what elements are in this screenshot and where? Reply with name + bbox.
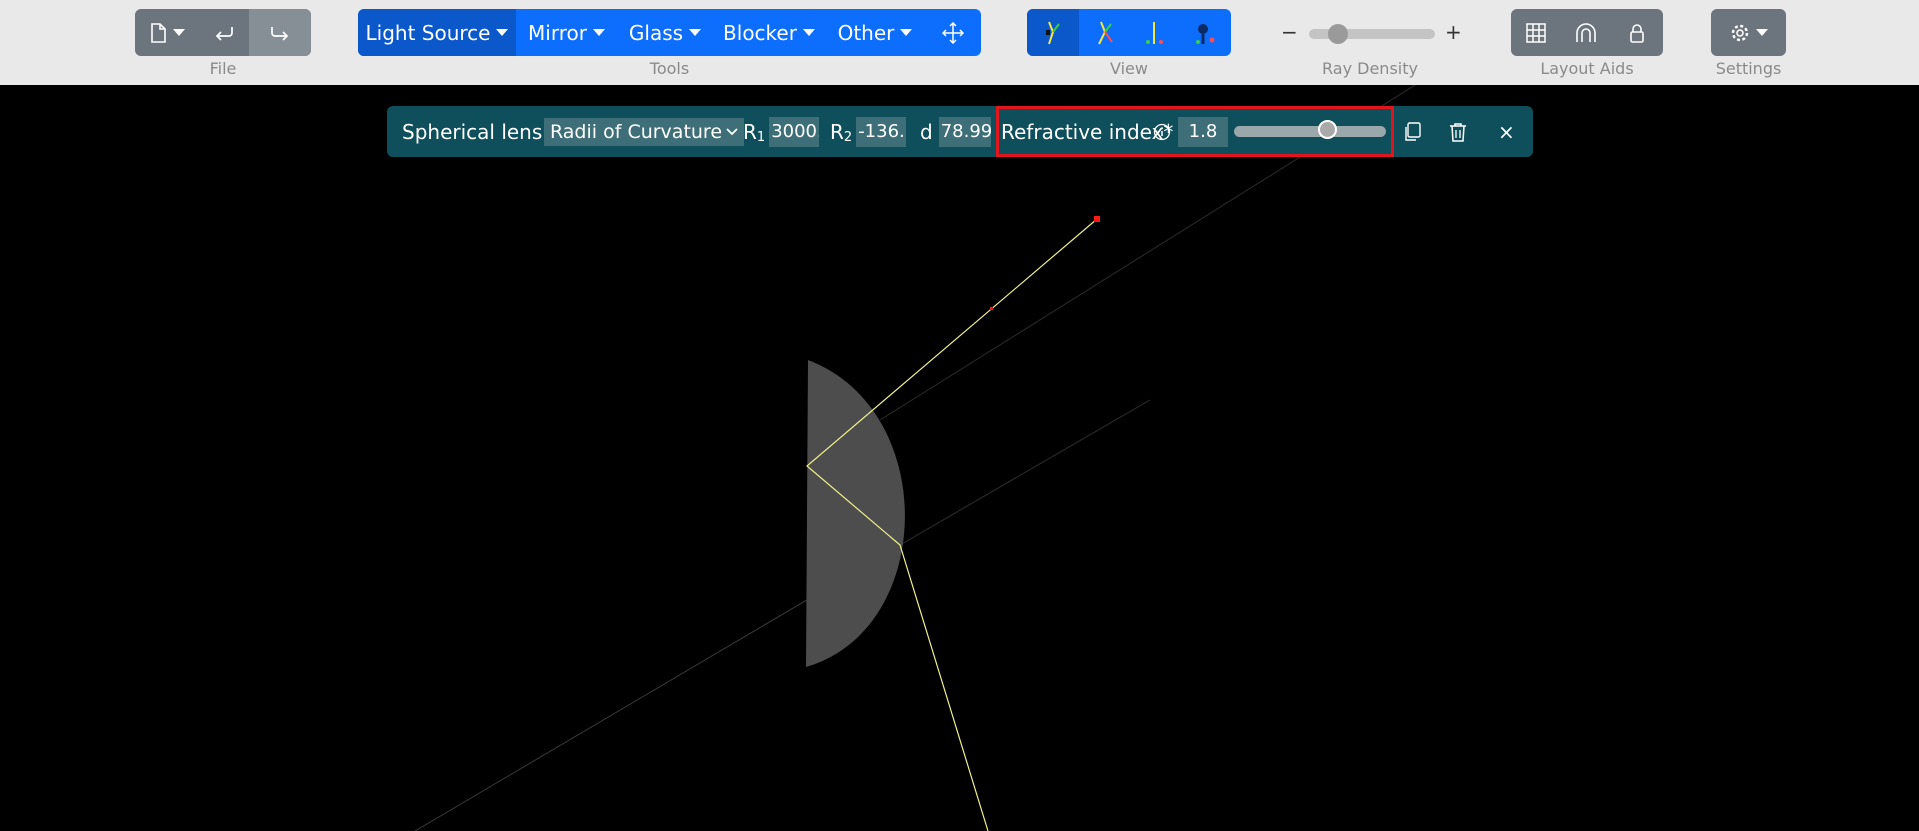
- chevron-down-icon: [1755, 29, 1768, 36]
- delete-button[interactable]: [1449, 106, 1467, 157]
- chevron-down-icon: [689, 29, 702, 36]
- undo-button[interactable]: [199, 9, 249, 56]
- close-icon: ×: [1498, 119, 1515, 144]
- duplicate-button[interactable]: [1403, 106, 1421, 157]
- chevron-down-icon: [592, 29, 605, 36]
- scene-canvas[interactable]: [0, 85, 1919, 831]
- r2-label: R: [830, 119, 844, 144]
- view-group-label: View: [1110, 59, 1148, 78]
- tools-menu-label: Mirror: [528, 20, 587, 45]
- tools-menu-label: Other: [837, 20, 895, 45]
- close-button[interactable]: ×: [1498, 106, 1515, 157]
- extended-rays-view-icon: [1093, 20, 1115, 46]
- tools-menu-blocker[interactable]: Blocker: [713, 9, 825, 56]
- thickness-label: d: [920, 119, 933, 144]
- undo-icon: [214, 25, 234, 41]
- extended-ray-line: [899, 399, 1151, 546]
- lock-button[interactable]: [1611, 9, 1663, 56]
- file-group: [135, 9, 311, 56]
- new-file-button[interactable]: [135, 9, 199, 56]
- move-view-button[interactable]: [925, 9, 981, 56]
- snap-button[interactable]: [1561, 9, 1611, 56]
- r1-subscript: 1: [756, 130, 766, 145]
- tools-menu-glass[interactable]: Glass: [617, 9, 713, 56]
- layout-aids-label: Layout Aids: [1540, 59, 1634, 78]
- file-group-label: File: [209, 59, 237, 78]
- tools-menu-light-source[interactable]: Light Source: [358, 9, 516, 56]
- observer-view-icon: [1194, 20, 1216, 46]
- redo-icon: [270, 25, 290, 41]
- r2-input[interactable]: -136.3: [856, 116, 907, 147]
- tools-menu-other[interactable]: Other: [825, 9, 925, 56]
- r1-label: R: [743, 119, 757, 144]
- r2-subscript: 2: [843, 130, 853, 145]
- view-images-button[interactable]: [1129, 9, 1179, 56]
- chevron-down-icon: [900, 29, 913, 36]
- tools-menu-mirror[interactable]: Mirror: [516, 9, 617, 56]
- tools-group: Light Source Mirror Glass Blocker Other: [358, 9, 981, 56]
- delete-icon: [1449, 122, 1467, 142]
- tools-menu-label: Light Source: [365, 20, 491, 45]
- tools-menu-label: Blocker: [723, 20, 797, 45]
- duplicate-icon: [1403, 121, 1421, 142]
- settings-group: [1711, 9, 1786, 56]
- spherical-lens[interactable]: [806, 360, 905, 667]
- rays-view-icon: [1043, 20, 1063, 46]
- redo-button[interactable]: [249, 9, 311, 56]
- thickness-input[interactable]: 78.999: [938, 116, 991, 147]
- ray-density-plus[interactable]: +: [1445, 20, 1462, 44]
- move-view-icon: [942, 21, 964, 44]
- refractive-index-highlight-box: [996, 106, 1394, 157]
- grid-icon: [1526, 22, 1546, 43]
- r1-field-group: R1 3000.2: [743, 106, 820, 157]
- images-view-icon: [1143, 20, 1165, 46]
- r1-input[interactable]: 3000.2: [769, 116, 820, 147]
- r2-field-group: R2 -136.3: [830, 106, 907, 157]
- settings-button[interactable]: [1711, 9, 1786, 56]
- ray-density-slider[interactable]: [1309, 24, 1435, 44]
- tools-group-label: Tools: [649, 59, 690, 78]
- view-rays-button[interactable]: [1027, 9, 1079, 56]
- snap-icon: [1575, 22, 1597, 43]
- light-source-direction-handle[interactable]: [990, 307, 993, 310]
- gear-icon: [1730, 23, 1750, 43]
- object-type-label: Spherical lens: [402, 119, 543, 144]
- lock-icon: [1629, 23, 1645, 43]
- grid-button[interactable]: [1511, 9, 1561, 56]
- chevron-down-icon: [726, 127, 738, 136]
- ray-density-minus[interactable]: −: [1281, 20, 1298, 44]
- layout-aids-group: [1511, 9, 1663, 56]
- ray-density-slider-thumb[interactable]: [1328, 24, 1349, 44]
- tools-menu-label: Glass: [628, 20, 684, 45]
- view-extended-rays-button[interactable]: [1079, 9, 1129, 56]
- light-source-endpoint-handle[interactable]: [1094, 216, 1100, 222]
- ray-density-label: Ray Density: [1322, 59, 1418, 78]
- curvature-mode-select[interactable]: Radii of Curvature: [544, 106, 745, 157]
- main-toolbar: File Light Source Mirror Glass Blocker O…: [0, 0, 1919, 85]
- chevron-down-icon: [802, 29, 815, 36]
- chevron-down-icon: [173, 29, 185, 36]
- curvature-mode-value: Radii of Curvature: [550, 120, 723, 143]
- thickness-field-group: d 78.999: [920, 106, 991, 157]
- settings-label: Settings: [1715, 59, 1782, 78]
- view-group: [1027, 9, 1231, 56]
- new-file-icon: [149, 22, 167, 43]
- view-observer-button[interactable]: [1179, 9, 1231, 56]
- chevron-down-icon: [496, 29, 509, 36]
